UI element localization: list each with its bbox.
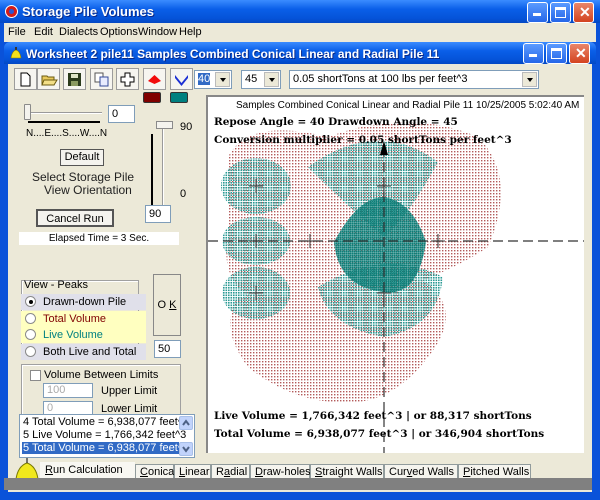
app-window: Storage Pile Volumes ✕ File Edit Dialect… — [0, 0, 600, 500]
total-view-button[interactable] — [143, 68, 166, 90]
tilt-min-label: 0 — [180, 188, 187, 200]
total-volume-line: Total Volume = 6,938,077 feet^3 | or 346… — [214, 428, 545, 440]
radio-label: Total Volume — [43, 312, 106, 325]
new-button[interactable] — [14, 68, 37, 90]
menu-options[interactable]: Options — [100, 26, 138, 38]
ok-value-input[interactable]: 50 — [154, 340, 181, 358]
canvas-header: Samples Combined Conical Linear and Radi… — [236, 100, 580, 111]
new-icon — [20, 72, 31, 87]
blue-chevron-icon — [175, 75, 188, 86]
radio-label: Both Live and Total — [43, 345, 137, 358]
list-item[interactable]: 5 Total Volume = 6,938,077 feet^3 — [22, 442, 189, 454]
volume-limits-checkbox[interactable] — [30, 370, 41, 381]
select-view-label-1: Select Storage Pile — [32, 170, 135, 184]
repose-angle-line: Repose Angle = 40 Drawdown Angle = 45 — [214, 116, 458, 128]
radio-button[interactable] — [25, 345, 36, 357]
add-button[interactable] — [116, 68, 139, 90]
pile-drawing — [208, 122, 584, 453]
worksheet-client: 40 45 0.05 shortTons at 100 lbs per feet… — [8, 64, 592, 492]
conversion-line: Conversion multiplier = 0.05 shortTons p… — [214, 134, 512, 146]
status-strip — [4, 478, 592, 490]
open-icon — [41, 75, 58, 86]
live-view-button[interactable] — [170, 68, 193, 90]
menu-bar: File Edit Dialects Options Window Help — [4, 23, 596, 42]
open-button[interactable] — [37, 68, 60, 90]
tilt-input[interactable]: 90 — [145, 205, 171, 223]
list-item[interactable]: 5 Live Volume = 1,766,342 feet^3 — [22, 429, 186, 441]
app-title-bar: Storage Pile Volumes ✕ — [0, 0, 600, 23]
close-button[interactable]: ✕ — [573, 2, 594, 23]
repose-angle-select[interactable]: 40 — [194, 70, 232, 89]
worksheet-window: Worksheet 2 pile11 Samples Combined Coni… — [4, 42, 596, 496]
worksheet-close-button[interactable]: ✕ — [569, 43, 590, 64]
menu-file[interactable]: File — [8, 26, 26, 38]
worksheet-maximize-button[interactable] — [546, 43, 567, 64]
worksheet-title: Worksheet 2 pile11 Samples Combined Coni… — [26, 47, 440, 61]
upper-limit-label: Upper Limit — [101, 385, 158, 397]
tilt-slider-thumb[interactable] — [156, 121, 173, 129]
red-peak-icon — [148, 75, 161, 84]
ok-button[interactable]: O K — [153, 274, 181, 336]
chevron-down-icon[interactable] — [215, 72, 230, 87]
copy-icon — [94, 72, 109, 87]
orientation-slider[interactable] — [24, 104, 104, 124]
minimize-button[interactable] — [527, 2, 548, 23]
radio-label: Live Volume — [43, 329, 103, 341]
orientation-input[interactable]: 0 — [108, 105, 135, 123]
worksheet-title-bar: Worksheet 2 pile11 Samples Combined Coni… — [4, 42, 596, 64]
drawdown-angle-select[interactable]: 45 — [241, 70, 281, 89]
radio-label: Drawn-down Pile — [43, 296, 127, 308]
plus-icon — [120, 72, 135, 87]
tilt-slider[interactable] — [148, 120, 174, 208]
menu-window[interactable]: Window — [138, 26, 177, 38]
live-color-swatch[interactable] — [170, 92, 188, 103]
view-option-drawn-down-pile[interactable]: Drawn-down Pile — [21, 294, 146, 310]
tilt-max-label: 90 — [180, 121, 193, 133]
pile-canvas[interactable]: Samples Combined Conical Linear and Radi… — [206, 95, 584, 453]
menu-help[interactable]: Help — [179, 26, 202, 38]
chevron-down-icon[interactable] — [522, 72, 537, 87]
menu-edit[interactable]: Edit — [34, 26, 53, 38]
radio-button[interactable] — [25, 329, 36, 340]
orientation-scale-label: N....E....S....W....N — [26, 128, 108, 139]
app-icon — [5, 5, 18, 18]
select-view-label-2: View Orientation — [44, 183, 132, 197]
chevron-up-icon — [182, 419, 190, 426]
upper-limit-input[interactable]: 100 — [43, 383, 93, 398]
radio-button[interactable] — [25, 312, 36, 324]
save-icon — [68, 73, 81, 86]
results-list[interactable]: 4 Total Volume = 6,938,077 feet^3 5 Live… — [19, 414, 195, 458]
view-option-total-volume[interactable]: Total Volume — [21, 310, 146, 327]
app-title: Storage Pile Volumes — [22, 4, 154, 19]
save-button[interactable] — [63, 68, 86, 90]
scroll-down-button[interactable] — [179, 442, 193, 456]
view-option-live-volume[interactable]: Live Volume — [21, 327, 146, 343]
default-button[interactable]: Default — [60, 149, 104, 166]
orientation-slider-thumb[interactable] — [24, 104, 31, 120]
total-color-swatch[interactable] — [143, 92, 161, 103]
run-calculation-icon — [15, 458, 39, 480]
cancel-run-button[interactable]: Cancel Run — [36, 209, 114, 227]
menu-dialects[interactable]: Dialects — [59, 26, 98, 38]
chevron-down-icon — [182, 446, 190, 453]
maximize-button[interactable] — [550, 2, 571, 23]
pile-bell-icon — [10, 47, 22, 59]
chevron-down-icon[interactable] — [264, 72, 279, 87]
view-option-both-live-and-total[interactable]: Both Live and Total — [21, 343, 146, 360]
scroll-up-button[interactable] — [179, 416, 193, 430]
list-item[interactable]: 4 Total Volume = 6,938,077 feet^3 — [22, 416, 189, 428]
live-volume-line: Live Volume = 1,766,342 feet^3 | or 88,3… — [214, 410, 532, 422]
conversion-select[interactable]: 0.05 shortTons at 100 lbs per feet^3 — [289, 70, 539, 89]
elapsed-time: Elapsed Time = 3 Sec. — [19, 232, 179, 245]
volume-limits-label: Volume Between Limits — [44, 369, 159, 381]
copy-button[interactable] — [90, 68, 113, 90]
worksheet-minimize-button[interactable] — [523, 43, 544, 64]
radio-button[interactable] — [25, 296, 36, 307]
view-peaks-label: View - Peaks — [24, 279, 88, 291]
